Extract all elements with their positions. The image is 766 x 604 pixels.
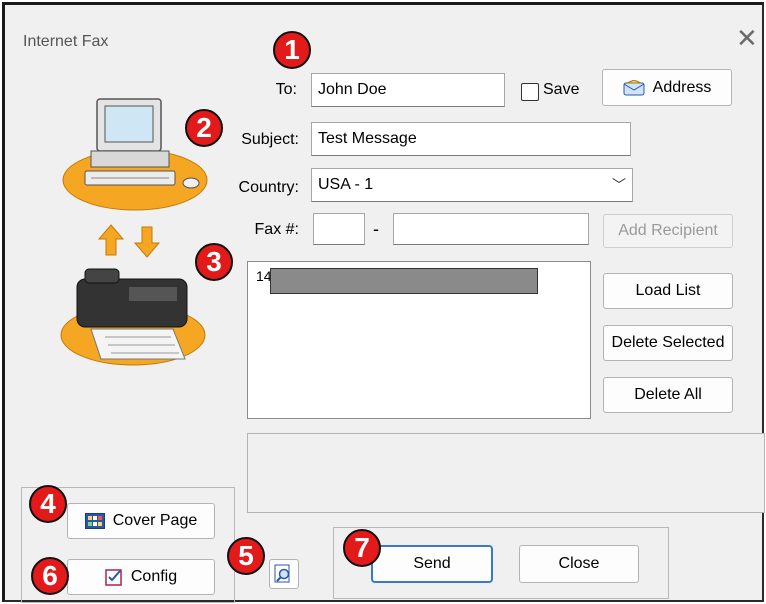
subject-label: Subject: xyxy=(241,131,299,148)
callout-badge-4: 4 xyxy=(29,485,67,523)
country-select-value: USA - 1 xyxy=(318,176,374,193)
window-title: Internet Fax xyxy=(23,33,109,50)
fax-area-input[interactable] xyxy=(313,213,365,245)
fax-label: Fax #: xyxy=(254,221,299,238)
callout-badge-6: 6 xyxy=(31,557,69,595)
fax-machine-illustration xyxy=(60,268,206,366)
delete-all-button[interactable]: Delete All xyxy=(603,377,733,413)
fax-number-input[interactable] xyxy=(393,213,589,245)
address-button-label: Address xyxy=(652,78,712,96)
magnifier-icon xyxy=(274,564,290,583)
envelope-icon xyxy=(623,79,645,95)
checklist-icon xyxy=(105,569,122,586)
redacted-fax-number xyxy=(270,268,538,294)
preview-button[interactable] xyxy=(269,559,299,589)
callout-badge-5: 5 xyxy=(227,537,265,575)
callout-badge-7: 7 xyxy=(343,529,381,567)
load-list-button[interactable]: Load List xyxy=(603,273,733,309)
fax-dash: - xyxy=(373,219,379,239)
cover-page-label: Cover Page xyxy=(112,512,198,529)
callout-badge-3: 3 xyxy=(195,243,233,281)
save-checkbox[interactable] xyxy=(521,83,539,101)
subject-input[interactable]: Test Message xyxy=(311,122,631,156)
cover-page-button[interactable]: Cover Page xyxy=(67,503,215,539)
internet-fax-dialog: Internet Fax ✕ To: John Doe Save Address… xyxy=(2,2,765,603)
to-input[interactable]: John Doe xyxy=(311,73,505,107)
config-label: Config xyxy=(130,568,178,585)
to-label: To: xyxy=(275,81,297,98)
transfer-arrows-icon xyxy=(97,224,161,258)
close-icon[interactable]: ✕ xyxy=(736,25,758,51)
add-recipient-button[interactable]: Add Recipient xyxy=(603,214,733,248)
address-button[interactable]: Address xyxy=(602,69,732,106)
chevron-down-icon: ﹀ xyxy=(612,177,626,193)
status-area xyxy=(247,433,765,513)
country-select[interactable]: USA - 1 ﹀ xyxy=(311,168,633,202)
callout-badge-1: 1 xyxy=(273,31,311,69)
send-button[interactable]: Send xyxy=(371,545,493,583)
callout-badge-2: 2 xyxy=(185,109,223,147)
recipient-list[interactable]: 14 xyxy=(247,261,591,419)
country-label: Country: xyxy=(238,179,299,196)
save-label: Save xyxy=(543,81,580,98)
computer-illustration xyxy=(62,98,208,211)
config-button[interactable]: Config xyxy=(67,559,215,595)
close-button[interactable]: Close xyxy=(519,545,639,583)
grid-icon xyxy=(84,513,105,529)
delete-selected-button[interactable]: Delete Selected xyxy=(603,325,733,361)
